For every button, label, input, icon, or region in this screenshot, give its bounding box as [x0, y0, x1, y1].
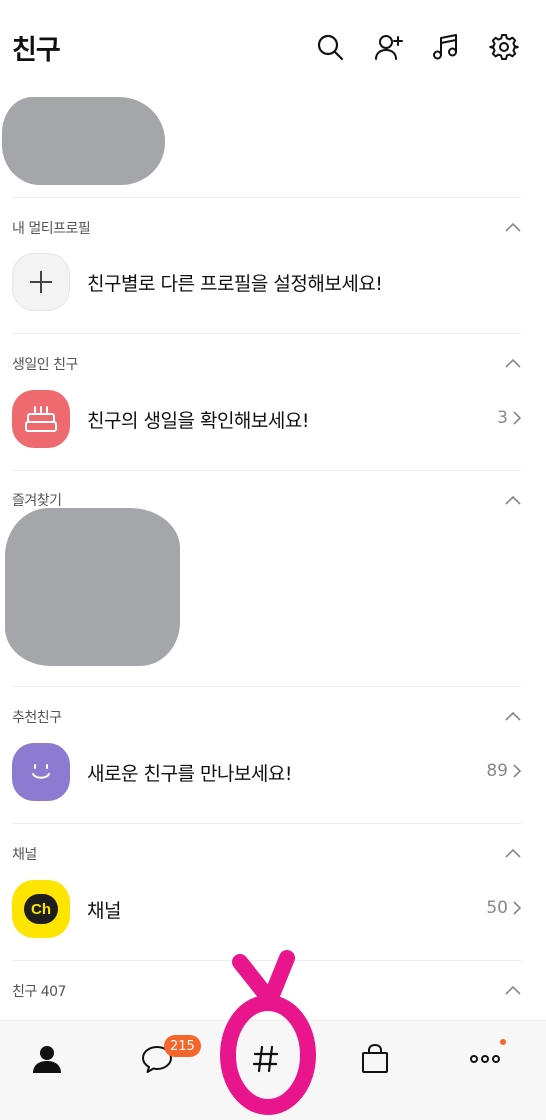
channel-icon: Ch [12, 880, 70, 938]
add-friend-icon[interactable] [372, 30, 406, 64]
hashtag-tab-icon[interactable] [241, 1037, 291, 1081]
recommended-row[interactable]: 새로운 친구를 만나보세요! 89 [12, 743, 522, 803]
channel-count-value: 50 [486, 898, 508, 918]
divider [12, 333, 521, 334]
chat-unread-badge: 215 [164, 1035, 201, 1057]
my-profile-redacted[interactable] [2, 97, 165, 185]
section-label-recommended: 추천친구 [12, 710, 62, 726]
divider [12, 197, 521, 198]
section-label-birthday: 생일인 친구 [12, 357, 78, 373]
birthday-count[interactable]: 3 [497, 408, 522, 428]
collapse-chevron-icon[interactable] [504, 221, 522, 233]
birthday-row[interactable]: 친구의 생일을 확인해보세요! 3 [12, 390, 522, 450]
chevron-right-icon [513, 764, 522, 778]
divider [12, 470, 521, 471]
bottom-nav: 215 [0, 1020, 546, 1120]
collapse-chevron-icon[interactable] [504, 710, 522, 722]
smiley-icon [12, 743, 70, 801]
multi-profile-text: 친구별로 다른 프로필을 설정해보세요! [87, 273, 383, 295]
recommended-text: 새로운 친구를 만나보세요! [87, 763, 292, 785]
collapse-chevron-icon[interactable] [504, 494, 522, 506]
shopping-bag-icon[interactable] [350, 1037, 400, 1081]
divider [12, 686, 521, 687]
header: 친구 [0, 0, 546, 96]
settings-icon[interactable] [487, 30, 521, 64]
channel-text: 채널 [87, 900, 121, 922]
divider [12, 823, 521, 824]
music-icon[interactable] [429, 30, 463, 64]
birthday-count-value: 3 [497, 408, 508, 428]
recommended-count-value: 89 [486, 761, 508, 781]
collapse-chevron-icon[interactable] [504, 847, 522, 859]
collapse-chevron-icon[interactable] [504, 984, 522, 996]
section-label-multi-profile: 내 멀티프로필 [12, 221, 91, 237]
page-title: 친구 [12, 35, 61, 66]
section-label-channel: 채널 [12, 847, 37, 863]
section-label-friends: 친구 407 [12, 984, 66, 1000]
channel-logo-text: Ch [24, 894, 58, 924]
friends-tab-icon[interactable] [22, 1037, 72, 1081]
chevron-right-icon [513, 901, 522, 915]
favorites-redacted[interactable] [5, 508, 180, 666]
add-icon [12, 253, 70, 311]
search-icon[interactable] [313, 30, 347, 64]
multi-profile-row[interactable]: 친구별로 다른 프로필을 설정해보세요! [12, 253, 522, 313]
collapse-chevron-icon[interactable] [504, 357, 522, 369]
recommended-count[interactable]: 89 [486, 761, 522, 781]
birthday-cake-icon [12, 390, 70, 448]
divider [12, 960, 521, 961]
more-notification-dot [500, 1039, 506, 1045]
section-label-favorites: 즐겨찾기 [12, 493, 62, 509]
chevron-right-icon [513, 411, 522, 425]
channel-count[interactable]: 50 [486, 898, 522, 918]
channel-row[interactable]: Ch 채널 50 [12, 880, 522, 940]
birthday-text: 친구의 생일을 확인해보세요! [87, 410, 309, 432]
